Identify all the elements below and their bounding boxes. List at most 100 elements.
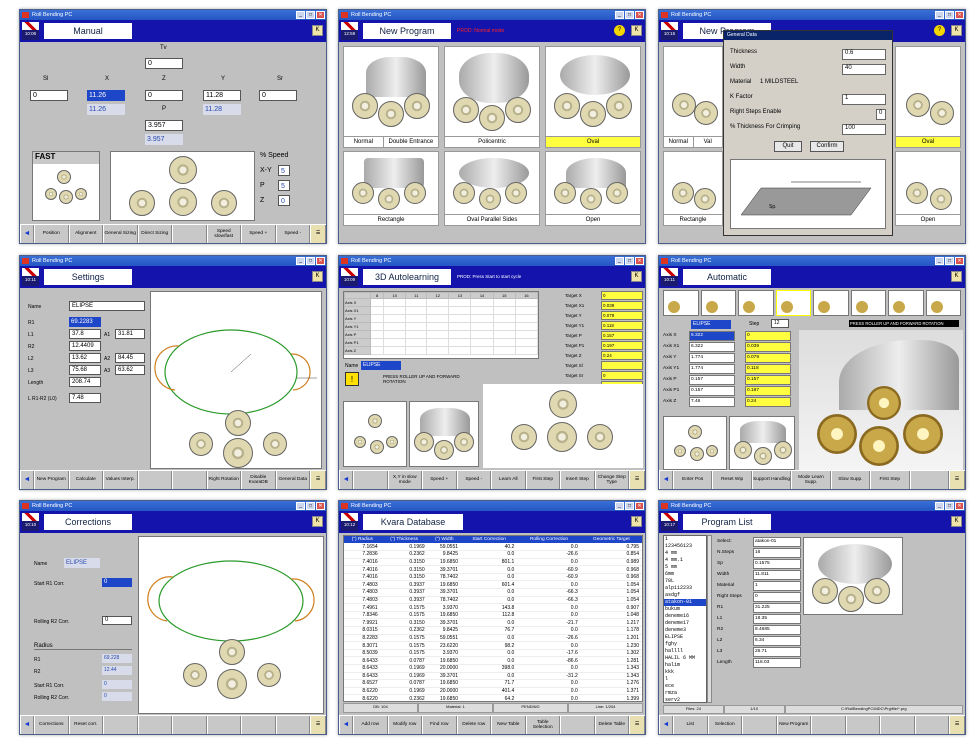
sl-field[interactable]: 0 xyxy=(30,90,68,101)
list-item[interactable]: ELIPSE xyxy=(664,634,706,641)
table-cell[interactable] xyxy=(405,322,428,331)
column-header[interactable]: (") Width xyxy=(427,536,462,543)
find-row-button[interactable]: Find row xyxy=(422,716,457,734)
close-button[interactable]: ✕ xyxy=(316,11,325,19)
table-cell[interactable] xyxy=(369,330,385,339)
table-cell[interactable] xyxy=(448,298,472,307)
table-cell[interactable] xyxy=(514,322,538,331)
list-item[interactable]: l xyxy=(664,676,706,683)
empty-button[interactable] xyxy=(137,716,172,734)
change-step-type-button[interactable]: Change Step Type xyxy=(594,471,629,489)
table-row[interactable]: 8.6433 0.1969 20.0000 398.0 0.0 1.343 xyxy=(344,664,642,673)
disable-kvaradb-button[interactable]: Disable KvaraDB xyxy=(241,471,276,489)
list-item[interactable]: 78L xyxy=(664,578,706,585)
table-cell[interactable] xyxy=(492,330,516,339)
table-cell[interactable] xyxy=(426,330,450,339)
step-thumbnail[interactable] xyxy=(850,290,886,316)
new-table-button[interactable]: New Table xyxy=(491,716,526,734)
list-item[interactable]: 4 mm.1 xyxy=(664,557,706,564)
table-cell[interactable] xyxy=(470,314,494,323)
minimize-button[interactable]: _ xyxy=(615,257,624,265)
scrollbar[interactable] xyxy=(707,535,712,703)
menu-icon[interactable]: ☰ xyxy=(629,716,645,734)
empty-button[interactable] xyxy=(137,471,172,489)
table-row[interactable]: 7.4016 0.3150 39.3701 0.0 -60.9 0.968 xyxy=(344,565,642,574)
insert-step-button[interactable]: Insert Step xyxy=(560,471,595,489)
lr1r2-field[interactable]: 7.48 xyxy=(69,393,101,403)
empty-button[interactable] xyxy=(103,716,138,734)
delete-table-button[interactable]: Delete Table xyxy=(594,716,629,734)
table-cell[interactable] xyxy=(369,298,385,307)
target-value[interactable]: 0 xyxy=(601,291,643,300)
table-row[interactable]: 7.4803 0.3937 19.6850 601.4 0.0 1.054 xyxy=(344,580,642,590)
back-arrow-icon[interactable]: ◄ xyxy=(20,225,34,243)
key-icon[interactable]: K xyxy=(312,516,323,527)
empty-button[interactable] xyxy=(275,716,310,734)
help-icon[interactable]: ? xyxy=(934,25,945,36)
list-item[interactable]: serv2 xyxy=(664,697,706,702)
table-cell[interactable] xyxy=(426,306,450,315)
field-value[interactable]: 0.6 xyxy=(842,49,886,60)
minimize-button[interactable]: _ xyxy=(935,257,944,265)
table-row[interactable]: 8.0315 0.2362 9.8425 76.7 0.0 1.178 xyxy=(344,626,642,635)
maximize-button[interactable]: □ xyxy=(625,257,634,265)
rolling-r2-corr-field[interactable]: 0 xyxy=(102,616,132,625)
maximize-button[interactable]: □ xyxy=(306,502,315,510)
step-thumbnail[interactable] xyxy=(813,290,849,316)
list-item[interactable]: 1 xyxy=(664,536,706,543)
column-header[interactable]: (") Radius xyxy=(344,536,381,543)
corrections-button[interactable]: Corrections xyxy=(34,716,69,734)
list-item[interactable]: deneme3 xyxy=(664,627,706,634)
list-item[interactable]: halim xyxy=(664,662,706,669)
target-value[interactable]: 0.039 xyxy=(601,301,643,310)
list-item[interactable]: 123456123 xyxy=(664,543,706,550)
column-header[interactable]: Start Correction xyxy=(461,536,518,543)
table-cell[interactable] xyxy=(514,330,538,339)
speed-toggle-button[interactable]: Speed slow/fast xyxy=(206,225,241,243)
table-cell[interactable] xyxy=(426,322,450,331)
table-row[interactable]: 7.1654 0.1969 59.0551 40.2 0.0 0.795 xyxy=(344,543,642,552)
table-cell[interactable] xyxy=(492,338,516,347)
add-row-button[interactable]: Add row xyxy=(353,716,388,734)
maximize-button[interactable]: □ xyxy=(625,502,634,510)
list-item[interactable]: HALIL 6 MM xyxy=(664,655,706,662)
empty-button[interactable] xyxy=(909,471,949,489)
field-value[interactable]: 1 xyxy=(842,94,886,105)
field-value[interactable]: 1 MILDSTEEL xyxy=(760,79,886,90)
table-cell[interactable] xyxy=(405,298,428,307)
close-button[interactable]: ✕ xyxy=(955,257,964,265)
maximize-button[interactable]: □ xyxy=(945,257,954,265)
reset-corr-button[interactable]: Reset corr. xyxy=(68,716,103,734)
target-value[interactable]: 0.197 xyxy=(601,341,643,350)
table-cell[interactable] xyxy=(383,322,407,331)
l2-field[interactable]: 13.62 xyxy=(69,353,101,363)
tv-field[interactable]: 0 xyxy=(145,58,183,69)
table-cell[interactable] xyxy=(448,314,472,323)
key-icon[interactable]: K xyxy=(312,271,323,282)
list-item[interactable]: 4 mm xyxy=(664,550,706,557)
menu-icon[interactable]: ☰ xyxy=(310,471,326,489)
menu-icon[interactable]: ☰ xyxy=(949,716,965,734)
menu-icon[interactable]: ☰ xyxy=(310,225,326,243)
list-button[interactable]: List xyxy=(673,716,708,734)
table-row[interactable]: 8.6433 0.1969 39.3701 0.0 -31.2 1.343 xyxy=(344,672,642,681)
mode-learn-supp-button[interactable]: Mode Learn Supp. xyxy=(791,471,831,489)
table-cell[interactable] xyxy=(383,298,407,307)
field-value[interactable]: 0 xyxy=(876,109,886,120)
step-thumbnail[interactable] xyxy=(925,290,961,316)
list-item[interactable]: deneme17 xyxy=(664,620,706,627)
table-cell[interactable] xyxy=(470,322,494,331)
z-speed-field[interactable]: 0 xyxy=(278,195,290,206)
empty-button[interactable] xyxy=(172,471,207,489)
name-field[interactable]: ELIPSE xyxy=(691,320,731,329)
list-item[interactable]: 5 mm xyxy=(664,564,706,571)
key-icon[interactable]: K xyxy=(312,25,323,36)
menu-icon[interactable]: ☰ xyxy=(310,716,326,734)
shape-policentric[interactable]: Policentric xyxy=(444,46,540,148)
table-row[interactable]: 8.2283 0.1575 59.0551 0.0 -26.6 1.201 xyxy=(344,634,642,643)
step-thumbnail[interactable] xyxy=(775,290,811,316)
enter-pos-button[interactable]: Enter Pos xyxy=(673,471,713,489)
calculate-button[interactable]: Calculate xyxy=(68,471,103,489)
list-item[interactable]: 6mm xyxy=(664,571,706,578)
list-item[interactable]: fghy xyxy=(664,641,706,648)
